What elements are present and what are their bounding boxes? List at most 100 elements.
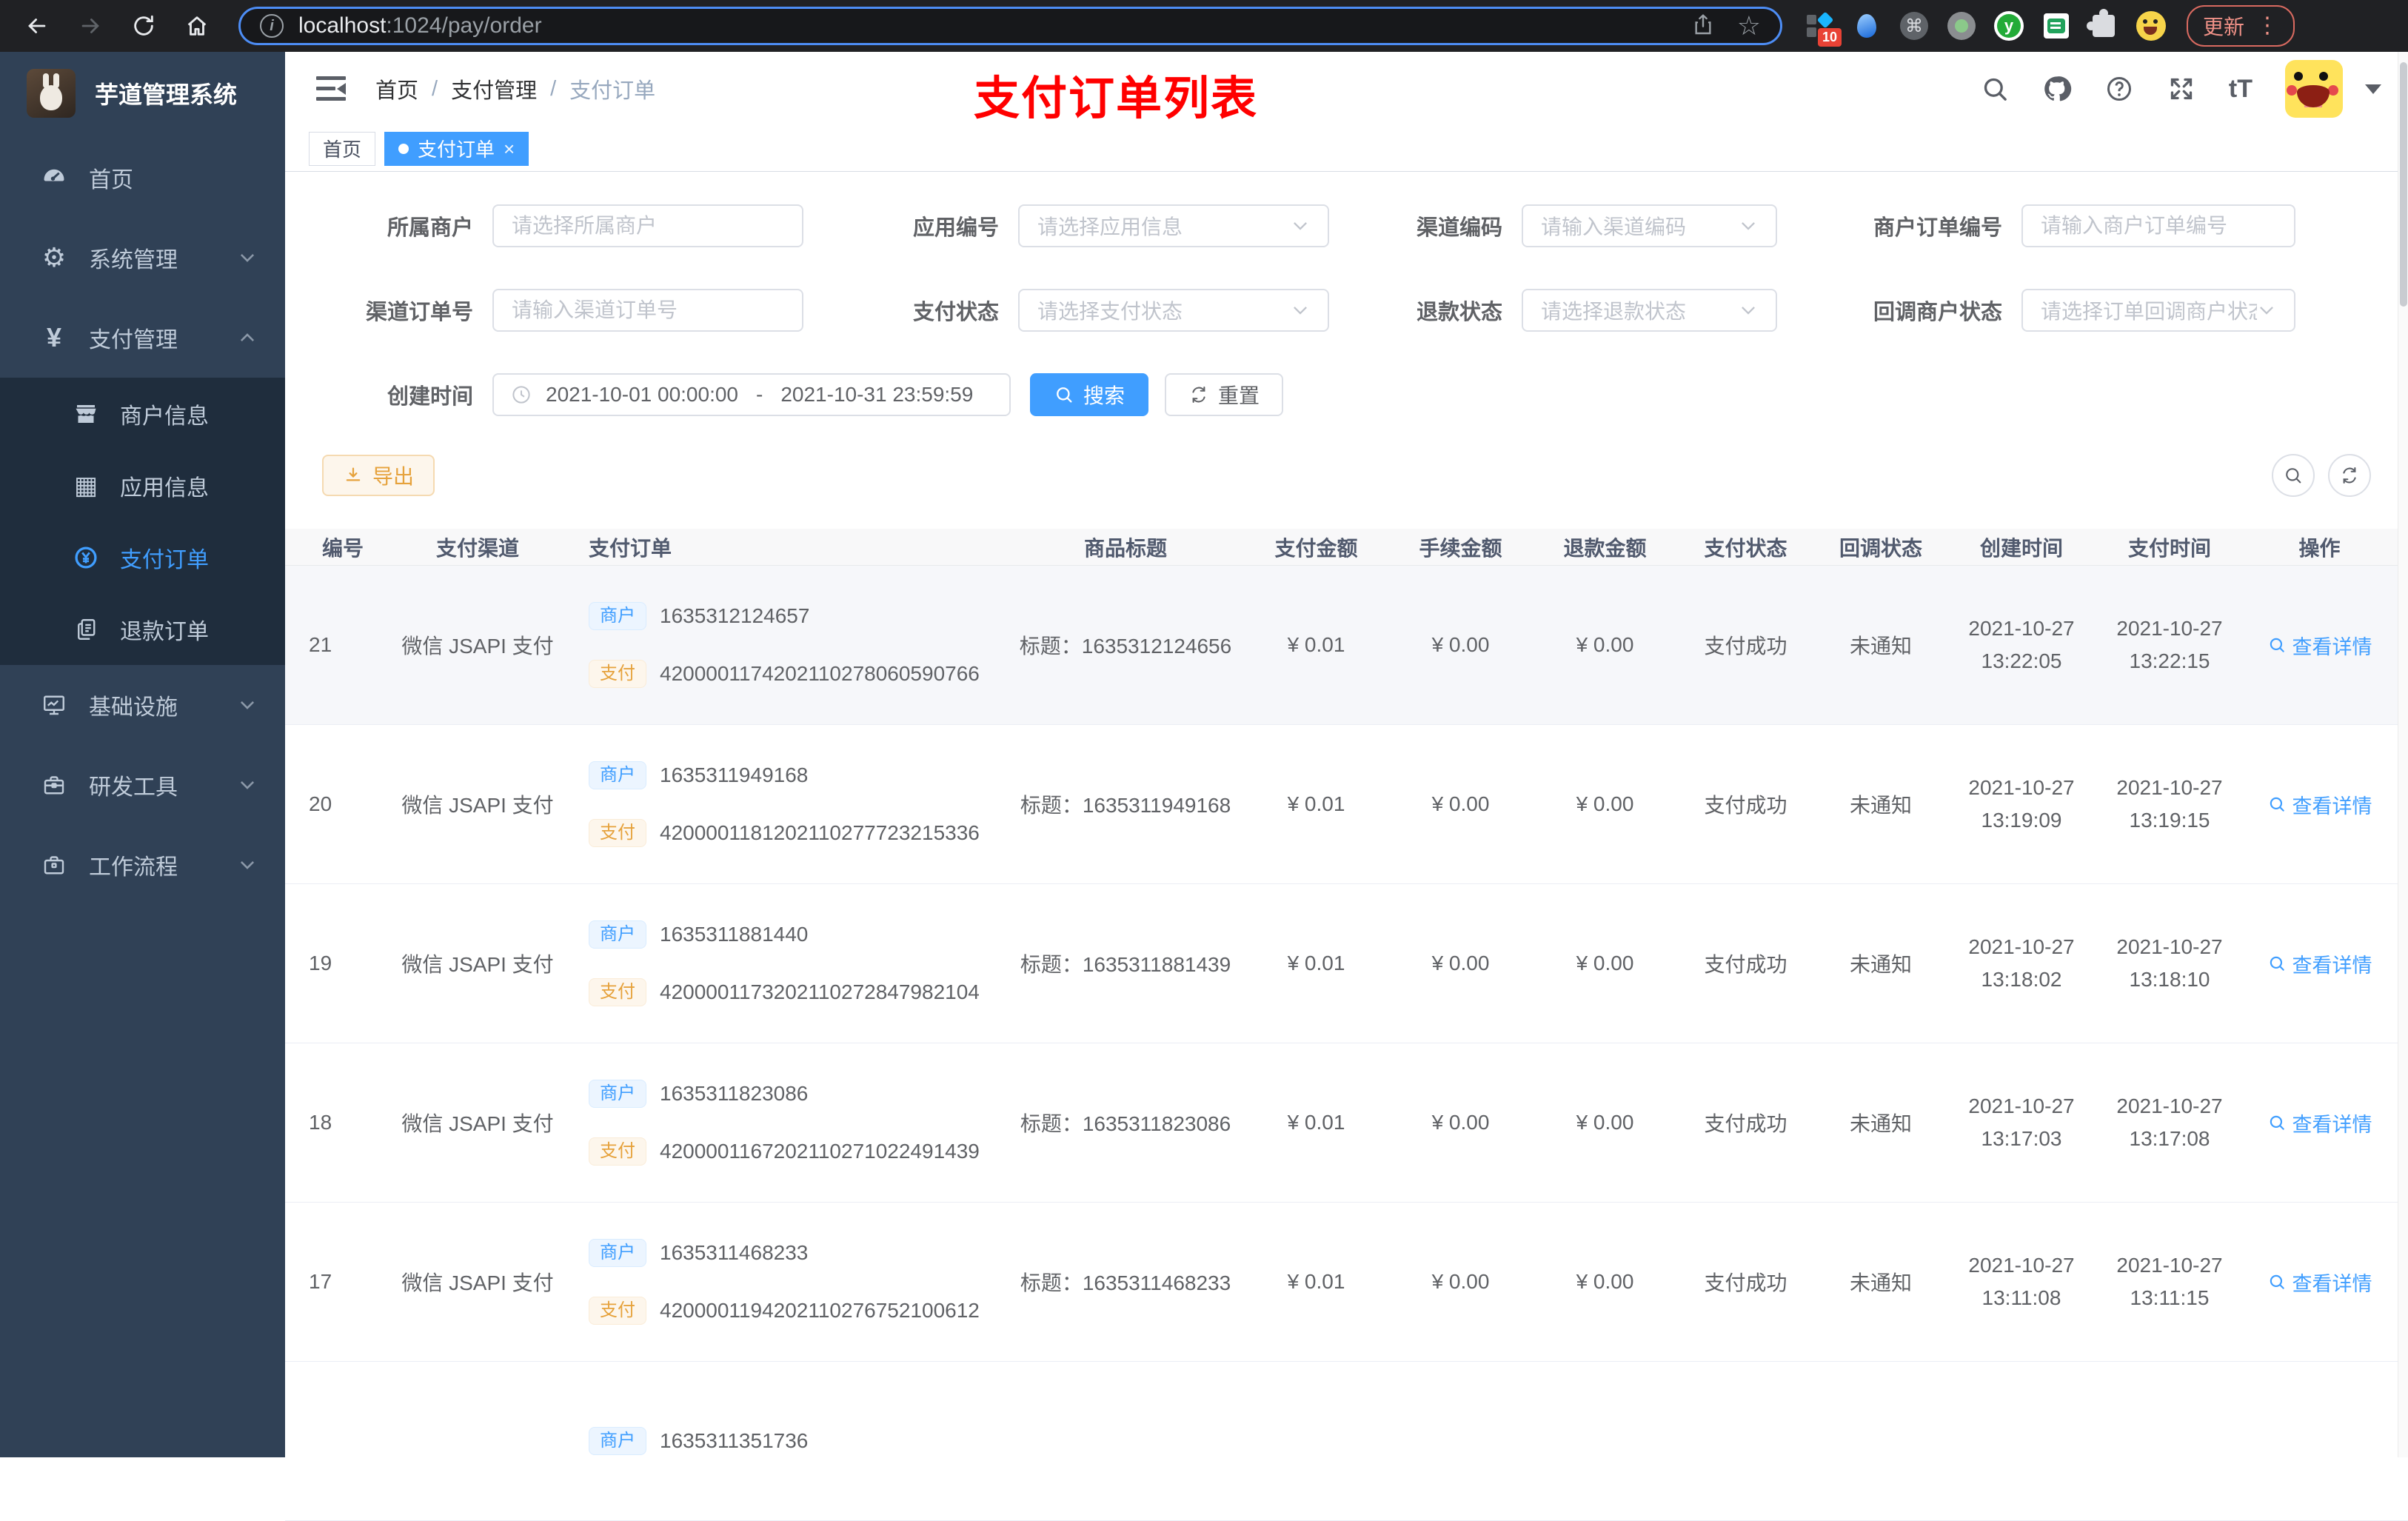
extensions-puzzle-icon[interactable] (2087, 9, 2118, 41)
back-icon[interactable] (21, 10, 53, 42)
browser-menu-icon[interactable]: ⋮ (2256, 15, 2278, 37)
close-icon[interactable]: × (504, 139, 515, 158)
breadcrumb-home[interactable]: 首页 (375, 73, 418, 104)
app-title: 芋道管理系统 (95, 81, 238, 108)
search-button[interactable]: 搜索 (1030, 373, 1149, 416)
merchant-order-line: 商户 1635311823086 (589, 1080, 808, 1108)
sidebar-item-system[interactable]: ⚙ 系统管理 (0, 218, 285, 298)
forward-icon[interactable] (74, 10, 107, 42)
merchant-badge: 商户 (589, 1239, 646, 1267)
extension-balloon-icon[interactable] (1852, 11, 1882, 41)
order-number: 1635312124657 (660, 604, 810, 627)
table-body: 21 微信 JSAPI 支付 商户 1635312124657 支付 4200001174… (285, 566, 2408, 1521)
action-cell (2244, 1362, 2395, 1520)
extension-chat-icon[interactable] (2041, 11, 2071, 41)
chevron-down-icon (1294, 222, 1307, 230)
fee-amount-cell (1388, 1362, 1533, 1520)
page-scrollbar[interactable] (2398, 52, 2408, 1457)
app-filter-select[interactable]: 请选择应用信息 (1018, 204, 1329, 247)
view-detail-link[interactable]: 查看详情 (2267, 790, 2372, 819)
sidebar-item-pay-order[interactable]: 支付订单 (0, 521, 285, 593)
user-avatar[interactable] (2285, 60, 2343, 118)
pay-status-select[interactable]: 请选择支付状态 (1018, 289, 1329, 332)
font-size-icon[interactable]: tT (2229, 75, 2253, 104)
browser-update-button[interactable]: 更新 ⋮ (2187, 5, 2295, 47)
sidebar-item-merchant-info[interactable]: 商户信息 (0, 378, 285, 449)
sidebar-item-home[interactable]: 首页 (0, 138, 285, 218)
profile-emoji-icon[interactable] (2136, 11, 2166, 41)
github-icon[interactable] (2042, 74, 2072, 104)
pay-amount-cell: ¥ 0.01 (1287, 792, 1345, 815)
reload-icon[interactable] (127, 10, 160, 42)
toggle-search-button[interactable] (2272, 454, 2315, 497)
url-text[interactable]: localhost:1024/pay/order (298, 13, 542, 39)
date-separator: - (756, 383, 763, 406)
notify-status-cell: 未通知 (1849, 794, 1912, 817)
bookmark-star-icon[interactable]: ☆ (1737, 13, 1761, 39)
goods-title-cell (1007, 1362, 1244, 1520)
filter-label: 应用编号 (912, 216, 999, 240)
view-detail-link[interactable]: 查看详情 (2267, 1109, 2372, 1137)
merchant-order-no-input[interactable] (2021, 204, 2295, 247)
tab-home[interactable]: 首页 (309, 131, 376, 166)
extension-command-icon[interactable]: ⌘ (1899, 11, 1929, 41)
sidebar-fold-icon[interactable] (316, 76, 346, 101)
pay-time-cell: 2021-10-27 13:17:08 (2116, 1094, 2223, 1150)
sidebar-item-refund-order[interactable]: 退款订单 (0, 593, 285, 665)
merchant-badge: 商户 (589, 1080, 646, 1108)
sidebar-item-dev-tools[interactable]: 研发工具 (0, 745, 285, 825)
refund-status-select[interactable]: 请选择退款状态 (1522, 289, 1777, 332)
app-logo-row[interactable]: 芋道管理系统 (0, 52, 285, 135)
pay-order-line: 支付 4200001194202110276752100612 (589, 1297, 980, 1325)
reset-button[interactable]: 重置 (1165, 373, 1284, 416)
column-header: 创建时间 (1979, 536, 2063, 560)
sidebar-item-pay[interactable]: ¥ 支付管理 (0, 298, 285, 378)
breadcrumb-pay[interactable]: 支付管理 (451, 73, 537, 104)
extension-y-icon[interactable]: y (1994, 11, 2024, 41)
help-icon[interactable] (2104, 74, 2134, 104)
column-header: 支付时间 (2127, 536, 2211, 560)
breadcrumb-current: 支付订单 (569, 79, 656, 103)
sidebar-item-infrastructure[interactable]: 基础设施 (0, 665, 285, 745)
create-time-cell: 2021-10-27 13:18:02 (1968, 935, 2075, 991)
filter-label: 回调商户状态 (1873, 301, 2002, 324)
share-icon[interactable] (1691, 13, 1715, 40)
column-header: 支付订单 (589, 536, 672, 560)
shop-icon (71, 401, 101, 427)
tab-pay-order[interactable]: 支付订单 × (384, 131, 529, 166)
avatar-caret-icon[interactable] (2365, 84, 2381, 94)
pay-badge: 支付 (589, 1137, 646, 1166)
url-bar[interactable]: i localhost:1024/pay/order ☆ (238, 7, 1782, 45)
sidebar-item-workflow[interactable]: 工作流程 (0, 825, 285, 905)
view-detail-link[interactable]: 查看详情 (2267, 631, 2372, 660)
sidebar-item-app-info[interactable]: ▦ 应用信息 (0, 449, 285, 521)
create-time-range-picker[interactable]: 2021-10-01 00:00:00 - 2021-10-31 23:59:5… (492, 373, 1011, 416)
view-detail-link[interactable]: 查看详情 (2267, 1268, 2372, 1297)
channel-order-no-input[interactable] (492, 289, 803, 332)
monitor-icon (39, 692, 70, 718)
sidebar: 芋道管理系统 首页 ⚙ 系统管理 ¥ 支付管理 商户信息 ▦ 应用信息 支付订单… (0, 52, 285, 1457)
pay-status-cell: 支付成功 (1704, 635, 1787, 658)
briefcase-icon (39, 852, 70, 878)
pay-time-cell: 2021-10-27 13:18:10 (2116, 935, 2223, 991)
fullscreen-icon[interactable] (2167, 74, 2196, 104)
refresh-table-button[interactable] (2328, 454, 2371, 497)
order-number: 1635311351736 (660, 1429, 809, 1452)
extension-grid-icon[interactable]: 10 (1805, 11, 1842, 47)
refund-amount-cell: ¥ 0.00 (1576, 633, 1634, 656)
export-button[interactable]: 导出 (322, 455, 435, 496)
order-id-cell: 21 (309, 633, 332, 656)
merchant-filter-input[interactable] (492, 204, 803, 247)
channel-code-select[interactable]: 请输入渠道编码 (1522, 204, 1777, 247)
search-icon (2270, 956, 2284, 971)
site-info-icon[interactable]: i (260, 14, 284, 38)
pay-channel-cell: 微信 JSAPI 支付 (401, 1271, 554, 1294)
view-detail-link[interactable]: 查看详情 (2267, 949, 2372, 978)
goods-title-cell: 标题：1635311881439 (1020, 953, 1231, 976)
home-icon[interactable] (181, 10, 213, 42)
notify-status-select[interactable]: 请选择订单回调商户状态 (2021, 289, 2295, 332)
extension-dot-icon[interactable] (1947, 11, 1976, 41)
header-search-icon[interactable] (1980, 74, 2010, 104)
scrollbar-thumb[interactable] (2400, 62, 2407, 307)
column-header: 操作 (2298, 536, 2341, 560)
